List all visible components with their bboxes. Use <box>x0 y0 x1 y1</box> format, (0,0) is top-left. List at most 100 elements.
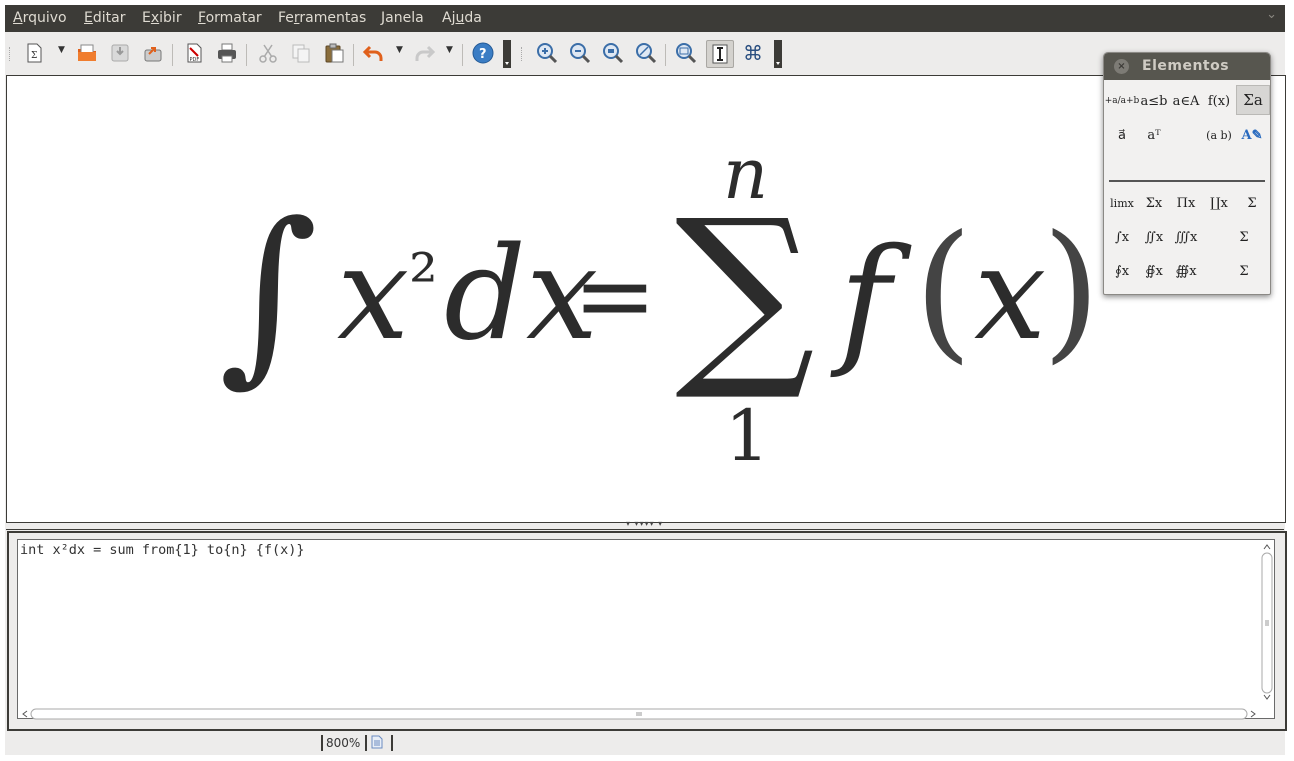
elements-panel: × Elementos +a/a+b a≤b a∈A f(x) Σa a⃗ aᵀ… <box>1103 52 1271 295</box>
export-icon[interactable] <box>140 40 166 66</box>
formula-cursor-icon[interactable] <box>706 40 734 68</box>
operator-product[interactable]: Πx <box>1170 189 1202 217</box>
category-others[interactable]: aᵀ <box>1138 121 1170 149</box>
toolbar-grip[interactable] <box>9 47 13 61</box>
menu-arquivo[interactable]: Arquivo <box>13 10 67 26</box>
summation-sign: ∑ <box>675 178 815 406</box>
menu-mnemonic: F <box>198 10 206 26</box>
export-pdf-icon[interactable]: PDF <box>181 40 207 66</box>
menu-label: rquivo <box>22 10 67 26</box>
menu-ajuda[interactable]: Ajuda <box>442 10 482 26</box>
zoom-in-icon[interactable] <box>534 40 560 66</box>
operator-surface-integral[interactable]: ∯x <box>1138 257 1170 285</box>
menu-label: Fe <box>278 10 294 26</box>
category-brackets[interactable] <box>1170 121 1202 149</box>
toolbar-grip[interactable] <box>521 47 525 61</box>
zoom-status[interactable]: 800% <box>321 735 360 751</box>
toolbar-separator <box>172 44 173 66</box>
menu-ferramentas[interactable]: Ferramentas <box>278 10 366 26</box>
category-format-icon[interactable]: A✎ <box>1236 121 1268 149</box>
vertical-scrollbar[interactable] <box>1261 541 1273 701</box>
command-editor[interactable]: int x²dx = sum from{1} to{n} {f(x)} <box>17 539 1275 720</box>
menu-label: ditar <box>92 10 126 26</box>
category-set-operations[interactable]: a∈A <box>1170 87 1202 115</box>
menu-editar[interactable]: Editar <box>84 10 125 26</box>
category-attributes[interactable]: a⃗ <box>1106 121 1138 149</box>
panel-title: Elementos <box>1142 58 1230 74</box>
operator-contour-integral[interactable]: ∮x <box>1106 257 1138 285</box>
status-bar: 800% <box>5 731 1285 755</box>
integrand-x: x <box>337 220 410 369</box>
sum-lower-limit: 1 <box>725 395 770 477</box>
menu-formatar[interactable]: Formatar <box>198 10 262 26</box>
undo-icon[interactable] <box>360 40 386 66</box>
panel-divider <box>1109 180 1265 182</box>
panel-titlebar[interactable]: × Elementos <box>1104 53 1270 80</box>
menu-exibir[interactable]: Exibir <box>142 10 182 26</box>
standard-toolbar: Σ ▼ PDF ▼ ▼ ? ⌘ <box>5 32 1285 74</box>
right-parenthesis: ) <box>1042 204 1101 378</box>
toolbar-overflow-button[interactable] <box>774 40 782 68</box>
menu-mnemonic: u <box>455 10 465 26</box>
toolbar-overflow-button[interactable] <box>503 40 511 68</box>
show-all-icon[interactable] <box>673 40 699 66</box>
new-document-icon[interactable]: Σ <box>21 40 47 66</box>
app-window: Arquivo Editar Exibir Formatar Ferrament… <box>5 5 1287 755</box>
equals-sign: = <box>573 237 657 354</box>
category-functions[interactable]: f(x) <box>1203 87 1235 115</box>
toolbar-separator <box>353 44 354 66</box>
print-icon[interactable] <box>214 40 240 66</box>
save-icon[interactable] <box>107 40 133 66</box>
copy-icon[interactable] <box>288 40 314 66</box>
operator-sum[interactable]: Σx <box>1138 189 1170 217</box>
category-formats[interactable]: (a b) <box>1203 121 1235 149</box>
chevron-down-icon[interactable]: ▼ <box>396 45 403 55</box>
toolbar-separator <box>665 44 666 66</box>
status-divider <box>391 735 396 751</box>
cut-icon[interactable] <box>255 40 281 66</box>
operator-volume-integral[interactable]: ∰x <box>1170 257 1202 285</box>
menu-janela[interactable]: Janela <box>381 10 424 26</box>
operator-sum-to[interactable]: Σ <box>1228 257 1260 285</box>
chevron-down-icon[interactable]: ▼ <box>58 45 65 55</box>
operator-integral[interactable]: ∫x <box>1106 223 1138 251</box>
formula-preview[interactable]: ∫ x ² dx = n ∑ 1 f ( x ) <box>6 75 1286 523</box>
argument-x: x <box>974 220 1047 369</box>
open-folder-icon[interactable] <box>74 40 100 66</box>
operator-sum-from[interactable]: Σ <box>1228 223 1260 251</box>
left-parenthesis: ( <box>914 204 973 378</box>
menu-mnemonic: x <box>150 10 160 26</box>
splitter-grip-icon: ▾ ▾▾▾▾ ▾ <box>626 519 664 528</box>
help-icon[interactable]: ? <box>470 40 496 66</box>
chevron-down-icon[interactable]: ⌄ <box>1266 7 1277 22</box>
category-operators[interactable]: Σa <box>1236 85 1270 115</box>
category-unary-binary[interactable]: +a/a+b <box>1105 87 1140 115</box>
zoom-fit-icon[interactable] <box>633 40 659 66</box>
chevron-down-icon[interactable]: ▼ <box>446 45 453 55</box>
operator-double-integral[interactable]: ∬x <box>1138 223 1170 251</box>
menu-label: anela <box>385 10 424 26</box>
exponent-squared: ² <box>409 238 438 322</box>
operator-triple-integral[interactable]: ∭x <box>1170 223 1202 251</box>
horizontal-scrollbar[interactable] <box>19 705 1259 720</box>
redo-icon[interactable] <box>412 40 438 66</box>
zoom-100-icon[interactable] <box>600 40 626 66</box>
operator-limit[interactable]: limx <box>1106 189 1138 217</box>
menu-mnemonic: E <box>84 10 93 26</box>
close-icon[interactable]: × <box>1114 59 1129 74</box>
zoom-out-icon[interactable] <box>567 40 593 66</box>
paste-icon[interactable] <box>321 40 347 66</box>
menu-label: ormatar <box>205 10 262 26</box>
category-relations[interactable]: a≤b <box>1138 87 1170 115</box>
function-f: f <box>839 219 891 382</box>
document-status-icon <box>365 735 390 751</box>
command-text[interactable]: int x²dx = sum from{1} to{n} {f(x)} <box>20 542 304 558</box>
menu-mnemonic: A <box>13 10 23 26</box>
menu-bar: Arquivo Editar Exibir Formatar Ferrament… <box>5 5 1285 32</box>
menu-label: ramentas <box>299 10 367 26</box>
pane-splitter[interactable]: ▾ ▾▾▾▾ ▾ <box>6 519 1284 530</box>
operator-coproduct[interactable]: ∐x <box>1203 189 1235 217</box>
command-window: int x²dx = sum from{1} to{n} {f(x)} <box>7 531 1287 731</box>
symbols-icon[interactable]: ⌘ <box>740 40 766 66</box>
operator-sum-limits[interactable]: Σ <box>1236 189 1268 217</box>
